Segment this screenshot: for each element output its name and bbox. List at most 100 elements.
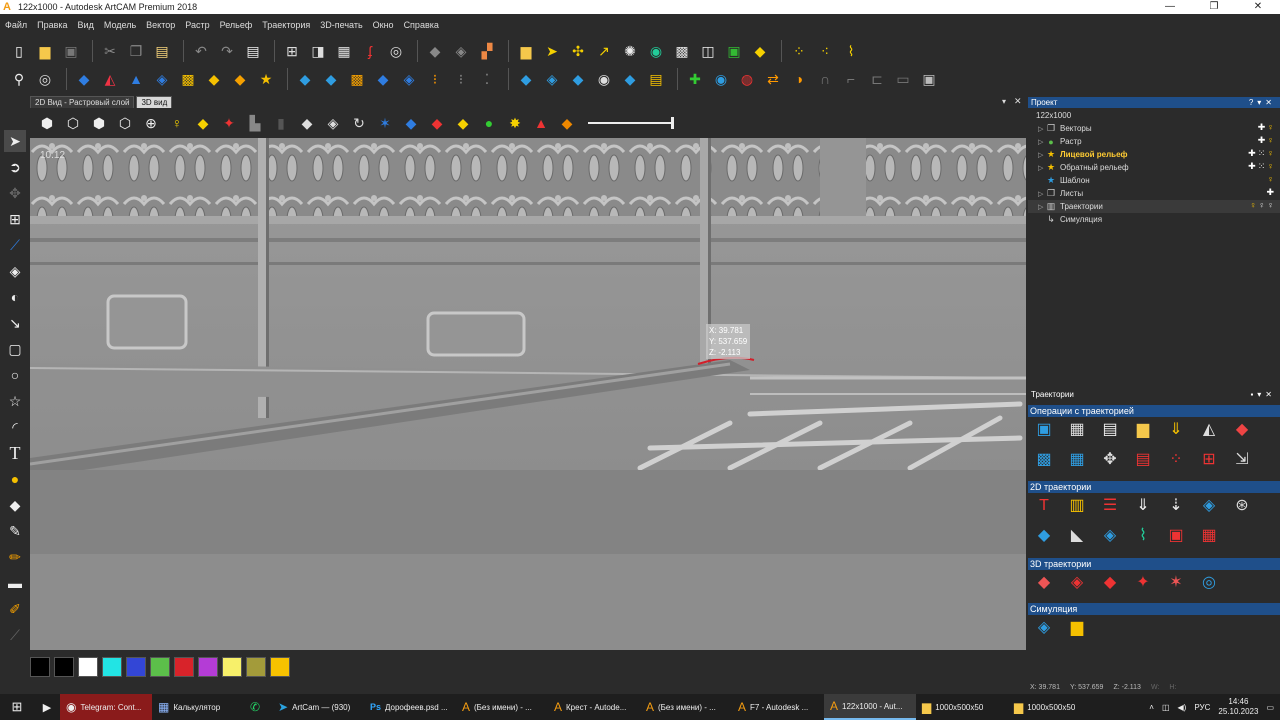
taskbar-item[interactable]: A 122x1000 - Aut... (824, 694, 916, 720)
relief-extrude-icon[interactable]: ◭ (99, 68, 121, 90)
save-icon[interactable]: ▣ (60, 40, 82, 62)
menu-help[interactable]: Справка (399, 20, 444, 30)
toolpath-calculator-icon[interactable]: ▦ (1065, 418, 1089, 442)
volume-icon[interactable]: ◀) (1178, 703, 1187, 712)
erase-vector-icon[interactable]: ◐ (4, 286, 26, 308)
taskbar-item[interactable]: A (Без имени) - ... (640, 694, 732, 720)
grid-icon[interactable]: ▦ (333, 40, 355, 62)
smooth-brush-icon[interactable]: ✐ (4, 598, 26, 620)
paint-icon[interactable]: ✏ (4, 546, 26, 568)
zoom-fit-icon[interactable]: ⊕ (140, 112, 162, 134)
clock[interactable]: 14:46 25.10.2023 (1218, 697, 1258, 717)
toolpath-merge-icon[interactable]: ▦ (1065, 448, 1089, 472)
tabs-dropdown-icon[interactable]: ▾ (1002, 97, 1006, 106)
tree-item-root[interactable]: 122x1000 (1028, 109, 1280, 122)
star-burst-icon[interactable]: ✺ (619, 40, 641, 62)
taskbar-item[interactable]: ◉ Telegram: Cont... (60, 694, 152, 720)
redo-icon[interactable]: ↷ (216, 40, 238, 62)
menu-raster[interactable]: Растр (180, 20, 214, 30)
relief-slice-icon[interactable]: ◆ (515, 68, 537, 90)
tree-item-actions[interactable]: ✚♀ (1258, 122, 1276, 133)
tree-item-back-relief[interactable]: ▷ ★ Обратный рельеф ✚⁙♀ (1028, 161, 1280, 174)
bitmap-to-vector-icon[interactable]: ◈ (450, 40, 472, 62)
relief-turn-icon[interactable]: ◈ (151, 68, 173, 90)
section-2d-toolpaths[interactable]: 2D траектории (1028, 481, 1280, 493)
import-vector-icon[interactable]: ▆ (515, 40, 537, 62)
relief-back-icon[interactable]: ◆ (426, 112, 448, 134)
node-select-icon[interactable]: ➲ (4, 156, 26, 178)
tree-arrow[interactable]: ▷ (1038, 203, 1046, 211)
sheet-edit-icon[interactable]: ◈ (322, 112, 344, 134)
view-top-icon[interactable]: ⬡ (62, 112, 84, 134)
relief-smooth-icon[interactable]: ⁝ (424, 68, 446, 90)
taskbar-item[interactable]: ▆ 1000x500x50 (1008, 694, 1100, 720)
new-file-icon[interactable]: ▯ (8, 40, 30, 62)
paste-icon[interactable]: ▤ (151, 40, 173, 62)
feature-machining-icon[interactable]: ▦ (1197, 524, 1221, 548)
eraser-icon[interactable]: ▬ (4, 572, 26, 594)
relief-stack-icon[interactable]: ◈ (541, 68, 563, 90)
layers-icon[interactable]: ◉ (645, 40, 667, 62)
relief-spin-icon[interactable]: ▲ (125, 68, 147, 90)
rotate-icon[interactable]: ↻ (348, 112, 370, 134)
taskbar-item[interactable]: A (Без имени) - ... (456, 694, 548, 720)
toolpath-sheet-icon[interactable]: ▤ (1098, 418, 1122, 442)
sculpt-icon[interactable]: ◆ (4, 494, 26, 516)
bevel-carve-icon[interactable]: ◆ (1032, 524, 1056, 548)
color-swatch[interactable] (54, 657, 74, 677)
section-simulation[interactable]: Симуляция (1028, 603, 1280, 615)
panel-controls-icon[interactable]: ?▾✕ (1249, 97, 1276, 108)
sheet-icon[interactable]: ◆ (296, 112, 318, 134)
axes-icon[interactable]: ✦ (218, 112, 240, 134)
tree-arrow[interactable]: ▷ (1038, 125, 1046, 133)
shade-icon[interactable]: ● (478, 112, 500, 134)
tree-item-actions[interactable]: ✚♀ (1258, 135, 1276, 146)
taskbar-item[interactable]: ✆ (244, 694, 272, 720)
drop-icon[interactable]: ● (4, 468, 26, 490)
relief-display-icon[interactable]: ◆ (192, 112, 214, 134)
copy-icon[interactable]: ❐ (125, 40, 147, 62)
tab-2d-view[interactable]: 2D Вид - Растровый слой (30, 96, 135, 108)
relief-calculate-icon[interactable]: ◉ (710, 68, 732, 90)
section-3d-toolpaths[interactable]: 3D траектории (1028, 558, 1280, 570)
taskbar-item[interactable]: A Крест - Autode... (548, 694, 640, 720)
v-bit-carve-icon[interactable]: ◈ (1197, 494, 1221, 518)
notifications-icon[interactable]: ▭ (1266, 703, 1274, 712)
menu-relief[interactable]: Рельеф (215, 20, 258, 30)
relief-sculpt-icon[interactable]: ◆ (372, 68, 394, 90)
taskbar-item[interactable]: A F7 - Autodesk ... (732, 694, 824, 720)
node-align-icon[interactable]: ⁖ (814, 40, 836, 62)
toolpath-folder-icon[interactable]: ▆ (1131, 418, 1155, 442)
tree-item-raster[interactable]: ▷ ● Растр ✚♀ (1028, 135, 1280, 148)
language-indicator[interactable]: РУС (1194, 703, 1210, 712)
slider-handle[interactable] (671, 117, 674, 129)
tree-item-simulation[interactable]: ↳ Симуляция (1028, 213, 1280, 226)
3d-finishing-icon[interactable]: ◆ (1098, 571, 1122, 595)
relief-corner-icon[interactable]: ⌐ (840, 68, 862, 90)
panel-controls-icon[interactable]: ▪▾✕ (1250, 389, 1276, 400)
relief-flatten-icon[interactable]: ◆ (619, 68, 641, 90)
relief-pattern-icon[interactable]: ▩ (346, 68, 368, 90)
tab-3d-view[interactable]: 3D вид (136, 96, 173, 108)
pen-icon[interactable]: ✎ (4, 520, 26, 542)
inlay-icon[interactable]: ◣ (1065, 524, 1089, 548)
relief-color-icon[interactable]: ◆ (400, 112, 422, 134)
powershell-icon[interactable]: ▶ (34, 694, 60, 720)
dropper-icon[interactable]: ⟋ (4, 624, 26, 646)
add-relief-icon[interactable]: ✚ (684, 68, 706, 90)
relief-dash-icon[interactable]: ▭ (892, 68, 914, 90)
menu-view[interactable]: Вид (73, 20, 99, 30)
toolpath-transform-icon[interactable]: ✥ (1098, 448, 1122, 472)
relief-shape-icon[interactable]: ◆ (73, 68, 95, 90)
smart-engrave-icon[interactable]: ⊛ (1230, 494, 1254, 518)
spin-view-icon[interactable]: ◎ (34, 68, 56, 90)
toolpath-edit-icon[interactable]: ▤ (1131, 448, 1155, 472)
relief-arc-icon[interactable]: ∩ (814, 68, 836, 90)
3d-drill-icon[interactable]: ✦ (1131, 571, 1155, 595)
menu-vector[interactable]: Вектор (141, 20, 180, 30)
fill-icon[interactable]: ◈ (4, 260, 26, 282)
engraving-icon[interactable]: ⌇ (1131, 524, 1155, 548)
tabs-close-icon[interactable]: ✕ (1014, 96, 1022, 107)
menu-window[interactable]: Окно (368, 20, 399, 30)
relief-layers-icon[interactable]: ▤ (645, 68, 667, 90)
